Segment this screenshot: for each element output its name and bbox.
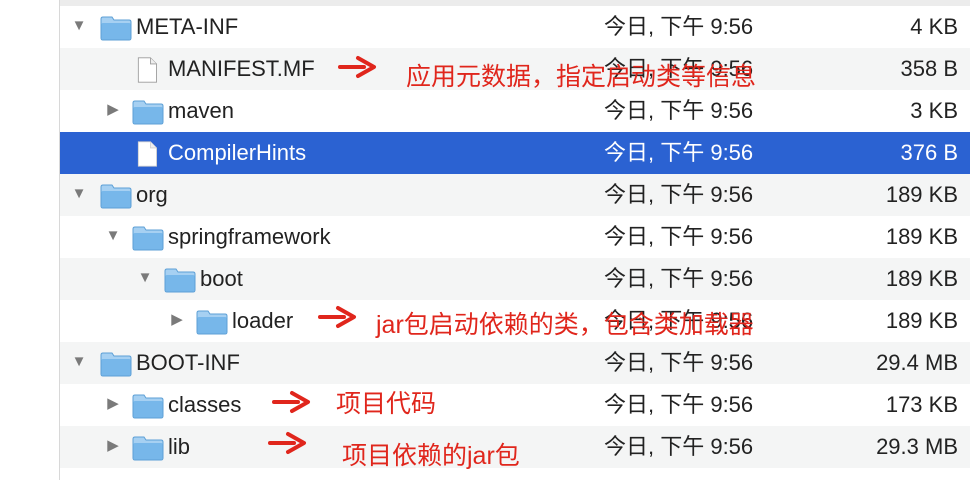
item-name: CompilerHints	[168, 140, 307, 165]
item-name: boot	[200, 266, 243, 291]
item-name: classes	[168, 392, 242, 417]
list-row-boot-inf[interactable]: ▼ BOOT-INF 今日, 下午 9:56 29.4 MB	[60, 342, 970, 384]
item-size: 189 KB	[885, 224, 958, 249]
item-date: 今日, 下午 9:56	[604, 392, 754, 417]
folder-icon	[132, 226, 164, 251]
item-name: springframework	[168, 224, 331, 249]
triangle-down-icon[interactable]: ▼	[136, 269, 154, 287]
item-size: 29.3 MB	[876, 434, 958, 459]
document-icon	[137, 141, 157, 167]
list-row-meta-inf[interactable]: ▼ META-INF 今日, 下午 9:56 4 KB	[60, 6, 970, 48]
folder-icon	[132, 436, 164, 461]
folder-icon	[100, 184, 132, 209]
document-icon	[137, 57, 157, 83]
arrow-right-icon	[338, 56, 376, 78]
item-name: lib	[168, 434, 191, 459]
item-date: 今日, 下午 9:56	[604, 182, 754, 207]
triangle-right-icon[interactable]: ▶	[168, 311, 186, 329]
item-name: maven	[168, 98, 235, 123]
list-row-compilerhints[interactable]: CompilerHints 今日, 下午 9:56 376 B	[60, 132, 970, 174]
item-size: 189 KB	[885, 266, 958, 291]
list-row-org[interactable]: ▼ org 今日, 下午 9:56 189 KB	[60, 174, 970, 216]
folder-icon	[100, 16, 132, 41]
item-size: 376 B	[900, 140, 959, 165]
triangle-down-icon[interactable]: ▼	[70, 185, 88, 203]
list-row-classes[interactable]: ▶ classes 今日, 下午 9:56 173 KB	[60, 384, 970, 426]
triangle-right-icon[interactable]: ▶	[104, 437, 122, 455]
item-size: 3 KB	[910, 98, 958, 123]
item-name: META-INF	[136, 14, 239, 39]
folder-icon	[132, 394, 164, 419]
item-name: BOOT-INF	[136, 350, 240, 375]
item-size: 189 KB	[885, 308, 958, 333]
item-date: 今日, 下午 9:56	[604, 14, 754, 39]
item-name: loader	[232, 308, 294, 333]
item-size: 29.4 MB	[876, 350, 958, 375]
item-date: 今日, 下午 9:56	[604, 350, 754, 375]
item-size: 173 KB	[885, 392, 958, 417]
folder-icon	[100, 352, 132, 377]
list-row-maven[interactable]: ▶ maven 今日, 下午 9:56 3 KB	[60, 90, 970, 132]
arrow-right-icon	[318, 306, 356, 328]
annotation-classes: 项目代码	[336, 390, 437, 418]
item-date: 今日, 下午 9:56	[604, 224, 754, 249]
item-date: 今日, 下午 9:56	[604, 266, 754, 291]
item-date: 今日, 下午 9:56	[604, 98, 754, 123]
list-row-boot[interactable]: ▼ boot 今日, 下午 9:56 189 KB	[60, 258, 970, 300]
list-row-springframework[interactable]: ▼ springframework 今日, 下午 9:56 189 KB	[60, 216, 970, 258]
item-size: 4 KB	[910, 14, 958, 39]
item-date: 今日, 下午 9:56	[604, 434, 754, 459]
triangle-down-icon[interactable]: ▼	[70, 17, 88, 35]
item-size: 189 KB	[885, 182, 958, 207]
triangle-down-icon[interactable]: ▼	[104, 227, 122, 245]
item-name: org	[136, 182, 168, 207]
item-date: 今日, 下午 9:56	[604, 140, 754, 165]
annotation-manifest: 应用元数据，指定启动类等信息	[406, 63, 757, 91]
annotation-lib: 项目依赖的jar包	[342, 442, 520, 470]
arrow-right-icon	[268, 432, 306, 454]
folder-icon	[132, 100, 164, 125]
folder-icon	[196, 310, 228, 335]
triangle-right-icon[interactable]: ▶	[104, 395, 122, 413]
triangle-down-icon[interactable]: ▼	[70, 353, 88, 371]
item-size: 358 B	[900, 56, 959, 81]
left-gutter	[0, 0, 60, 480]
annotation-loader: jar包启动依赖的类，包含类加载器	[376, 311, 754, 339]
folder-icon	[164, 268, 196, 293]
item-name: MANIFEST.MF	[168, 56, 315, 81]
triangle-right-icon[interactable]: ▶	[104, 101, 122, 119]
arrow-right-icon	[272, 391, 310, 413]
